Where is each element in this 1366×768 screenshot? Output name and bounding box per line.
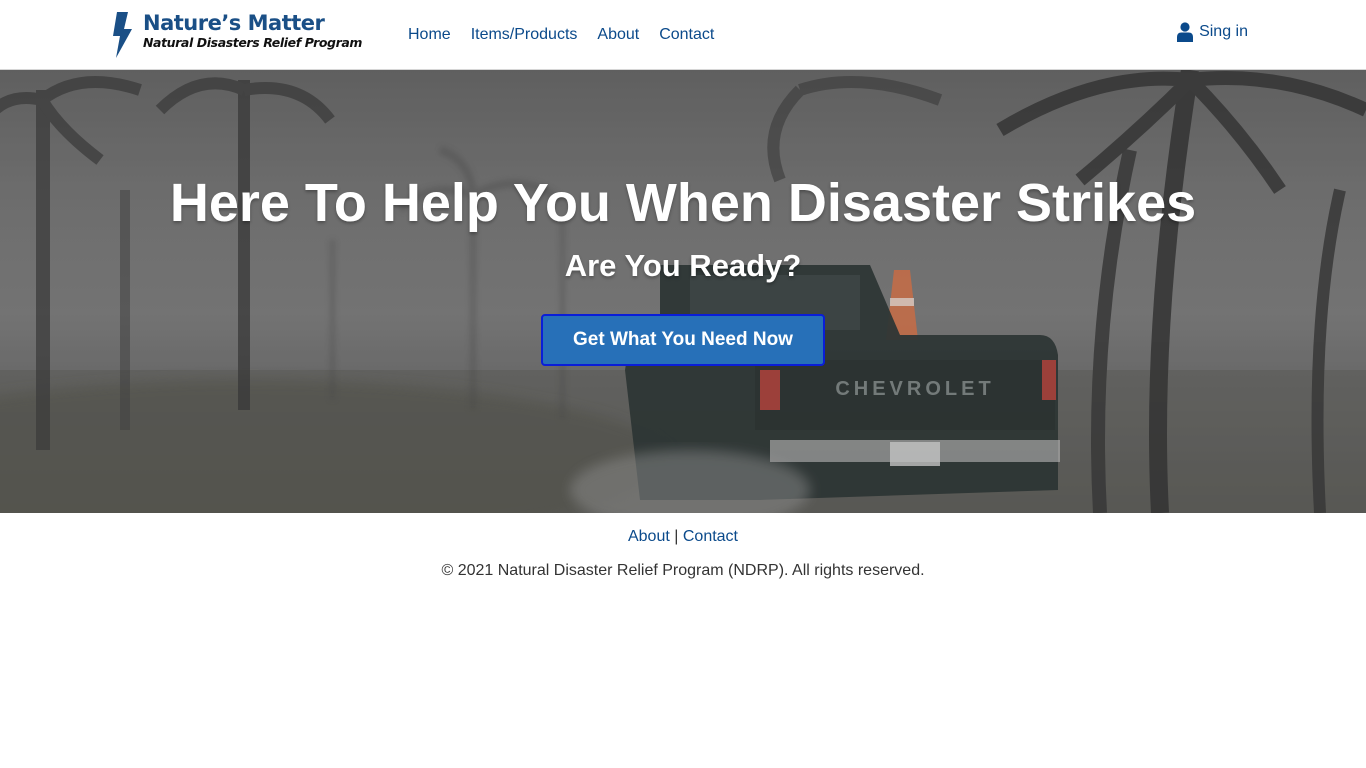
logo-text: Nature’s Matter Natural Disasters Relief… <box>143 12 362 60</box>
footer-link-about[interactable]: About <box>628 528 670 545</box>
nav-link-contact[interactable]: Contact <box>649 24 724 46</box>
site-header: Nature’s Matter Natural Disasters Relief… <box>0 0 1366 70</box>
nav-link-items-products[interactable]: Items/Products <box>461 24 588 46</box>
signin-link[interactable]: Sing in <box>1177 22 1248 42</box>
site-footer: About | Contact © 2021 Natural Disaster … <box>0 513 1366 581</box>
nav-link-about[interactable]: About <box>587 24 649 46</box>
footer-links: About | Contact <box>0 527 1366 547</box>
footer-link-contact[interactable]: Contact <box>683 528 738 545</box>
hero-subtitle: Are You Ready? <box>564 248 802 283</box>
brand-subtitle: Natural Disasters Relief Program <box>143 35 363 50</box>
brand-title: Nature’s Matter <box>143 11 325 35</box>
main-nav: Home Items/Products About Contact <box>398 24 724 46</box>
nav-link-home[interactable]: Home <box>398 24 461 46</box>
signin-label: Sing in <box>1199 23 1248 40</box>
lightning-bolt-icon <box>113 12 132 58</box>
get-what-you-need-button[interactable]: Get What You Need Now <box>541 314 825 366</box>
hero-content: Here To Help You When Disaster Strikes A… <box>0 70 1366 366</box>
site-logo[interactable]: Nature’s Matter Natural Disasters Relief… <box>112 12 362 60</box>
user-icon <box>1177 22 1194 42</box>
hero-banner: CHEVROLET Here To Help You When Disaster… <box>0 70 1366 513</box>
footer-separator: | <box>674 528 679 545</box>
copyright-text: © 2021 Natural Disaster Relief Program (… <box>441 562 925 579</box>
hero-title: Here To Help You When Disaster Strikes <box>169 173 1197 233</box>
